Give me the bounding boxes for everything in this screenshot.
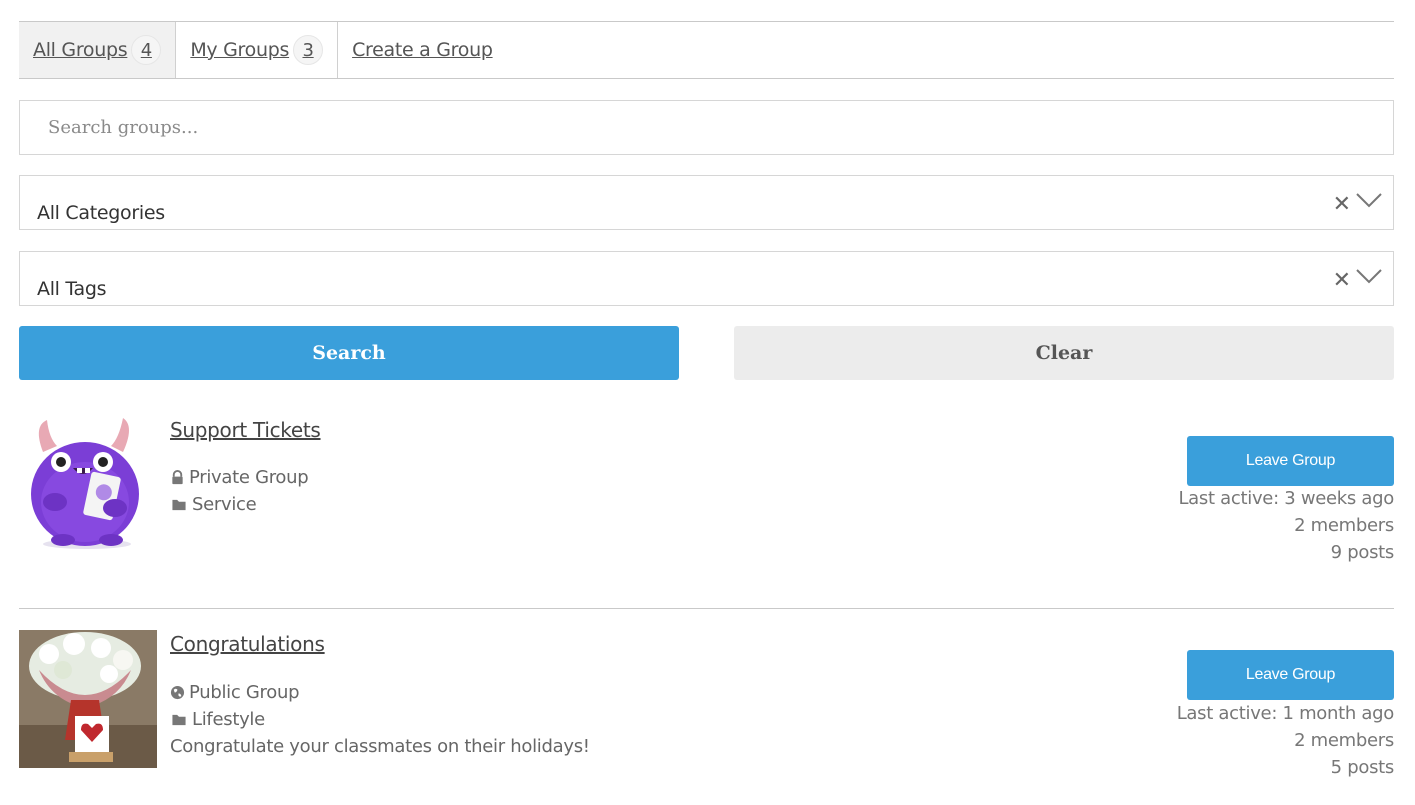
group-posts: 5 posts [1330,757,1395,778]
group-last-active: Last active: 1 month ago [1176,703,1395,724]
chevron-down-icon[interactable] [1355,266,1383,286]
group-members: 2 members [1294,730,1394,751]
categories-select-value: All Categories [37,202,165,224]
leave-group-button[interactable]: Leave Group [1187,650,1394,700]
group-category-label: Lifestyle [192,709,265,730]
chevron-down-icon[interactable] [1355,190,1383,210]
group-posts: 9 posts [1330,542,1395,563]
group-members: 2 members [1294,515,1394,536]
group-item: Support Tickets Private Group Service Le… [19,412,1394,572]
leave-group-button[interactable]: Leave Group [1187,436,1394,486]
group-avatar[interactable] [19,412,157,550]
group-privacy-label: Public Group [189,682,300,703]
group-description: Congratulate your classmates on their ho… [170,736,590,757]
search-button[interactable]: Search [19,326,679,380]
lock-icon [172,470,183,485]
group-divider [19,608,1394,609]
tab-all-groups-count: 4 [131,35,162,65]
globe-icon [170,685,185,700]
tab-all-groups-label: All Groups [33,39,128,61]
clear-button[interactable]: Clear [734,326,1394,380]
search-input[interactable] [19,100,1394,155]
categories-clear-icon[interactable]: ✕ [1333,194,1351,216]
tab-my-groups-count: 3 [293,35,324,65]
tags-clear-icon[interactable]: ✕ [1333,270,1351,292]
group-category: Service [170,494,257,515]
tab-my-groups-label: My Groups [190,39,290,61]
tab-create-group-label: Create a Group [352,39,493,61]
group-category-label: Service [192,494,257,515]
tab-my-groups[interactable]: My Groups 3 [176,22,339,78]
group-privacy-label: Private Group [189,467,309,488]
group-avatar[interactable] [19,630,157,768]
folder-icon [172,499,186,511]
group-name[interactable]: Congratulations [170,632,325,656]
group-item: Congratulations Public Group Lifestyle C… [19,630,1394,800]
tags-select[interactable]: All Tags ✕ [19,251,1394,306]
group-tabs: All Groups 4 My Groups 3 Create a Group [19,21,1394,79]
categories-select[interactable]: All Categories ✕ [19,175,1394,230]
group-privacy: Public Group [170,682,300,703]
group-category: Lifestyle [170,709,265,730]
tab-create-group[interactable]: Create a Group [338,22,507,78]
tags-select-value: All Tags [37,278,107,300]
folder-icon [172,714,186,726]
tab-all-groups[interactable]: All Groups 4 [19,22,177,78]
group-privacy: Private Group [170,467,309,488]
group-name[interactable]: Support Tickets [170,418,321,442]
group-last-active: Last active: 3 weeks ago [1178,488,1394,509]
